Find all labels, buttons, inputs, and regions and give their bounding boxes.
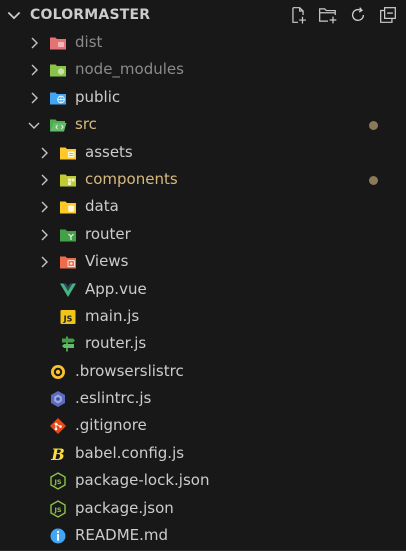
tree-file-gitignore[interactable]: .gitignore xyxy=(0,412,406,439)
tree-label: Views xyxy=(85,252,129,271)
new-file-button[interactable] xyxy=(286,4,310,26)
tree-folder-public[interactable]: public xyxy=(0,84,406,111)
tree-label: .browserslistrc xyxy=(75,361,184,380)
explorer-actions xyxy=(286,4,400,26)
folder-router-icon xyxy=(60,229,76,242)
chevron-down-icon[interactable] xyxy=(4,5,24,25)
tree-folder-router[interactable]: router xyxy=(0,221,406,248)
tree-folder-dist[interactable]: dist xyxy=(0,29,406,56)
new-file-icon xyxy=(292,7,306,24)
browserslist-icon xyxy=(51,364,65,379)
tree-label: data xyxy=(85,197,119,216)
tree-file-package-lock[interactable]: JS package-lock.json xyxy=(0,467,406,494)
explorer-title: COLORMASTER xyxy=(30,7,151,23)
git-icon xyxy=(50,418,66,435)
modified-indicator xyxy=(369,121,378,131)
eslint-icon xyxy=(51,391,65,408)
svg-text:JS: JS xyxy=(53,478,61,486)
chevron-right-icon[interactable] xyxy=(36,199,52,215)
svg-text:JS: JS xyxy=(63,314,73,323)
tree-file-app-vue[interactable]: App.vue xyxy=(0,276,406,303)
modified-indicator xyxy=(369,175,378,185)
chevron-right-icon[interactable] xyxy=(36,145,52,161)
tree-folder-components[interactable]: components xyxy=(0,166,406,193)
folder-node-icon xyxy=(50,64,66,77)
tree-folder-src[interactable]: src xyxy=(0,111,406,138)
tree-label: main.js xyxy=(85,306,140,325)
tree-label: babel.config.js xyxy=(75,443,185,462)
tree-label: README.md xyxy=(75,526,169,545)
babel-icon: B xyxy=(50,445,65,463)
chevron-down-icon[interactable] xyxy=(26,117,42,133)
refresh-button[interactable] xyxy=(346,4,370,26)
folder-data-icon xyxy=(60,201,76,214)
chevron-right-icon[interactable] xyxy=(36,172,52,188)
file-explorer: COLORMASTER dist node_modules public src… xyxy=(0,0,406,551)
folder-src-open-icon xyxy=(50,119,67,132)
new-folder-button[interactable] xyxy=(316,4,340,26)
nodejs-icon: JS xyxy=(50,499,66,518)
nodejs-icon: JS xyxy=(50,472,66,491)
file-tree: dist node_modules public src assets comp… xyxy=(0,29,406,549)
collapse-all-button[interactable] xyxy=(376,4,400,26)
tree-file-readme[interactable]: README.md xyxy=(0,522,406,549)
tree-folder-data[interactable]: data xyxy=(0,193,406,220)
chevron-right-icon[interactable] xyxy=(26,35,42,51)
tree-label: dist xyxy=(75,33,103,51)
new-folder-icon xyxy=(319,8,337,24)
tree-label: router xyxy=(85,224,131,243)
tree-file-babel-config[interactable]: B babel.config.js xyxy=(0,440,406,467)
chevron-right-icon[interactable] xyxy=(36,254,52,270)
js-icon: JS xyxy=(60,309,76,324)
tree-folder-assets[interactable]: assets xyxy=(0,139,406,166)
tree-label: .gitignore xyxy=(75,416,147,435)
folder-components-icon xyxy=(60,174,76,187)
folder-dist-icon xyxy=(50,37,66,50)
folder-assets-icon xyxy=(60,147,76,160)
tree-label: App.vue xyxy=(85,279,147,298)
tree-label: src xyxy=(75,115,97,134)
folder-views-icon xyxy=(60,256,76,269)
svg-text:B: B xyxy=(50,445,65,463)
tree-label: .eslintrc.js xyxy=(75,389,152,408)
tree-label: package.json xyxy=(75,498,174,517)
tree-folder-node-modules[interactable]: node_modules xyxy=(0,56,406,83)
tree-label: node_modules xyxy=(75,60,184,79)
tree-folder-views[interactable]: Views xyxy=(0,248,406,275)
router-sign-icon xyxy=(62,336,75,352)
tree-file-main-js[interactable]: JS main.js xyxy=(0,303,406,330)
info-icon xyxy=(50,528,66,544)
chevron-right-icon[interactable] xyxy=(26,90,42,106)
refresh-icon xyxy=(351,7,365,21)
tree-file-eslintrc[interactable]: .eslintrc.js xyxy=(0,385,406,412)
svg-text:JS: JS xyxy=(53,506,61,514)
chevron-right-icon[interactable] xyxy=(26,62,42,78)
tree-label: router.js xyxy=(85,334,147,353)
chevron-right-icon[interactable] xyxy=(36,227,52,243)
tree-file-package-json[interactable]: JS package.json xyxy=(0,495,406,522)
tree-label: components xyxy=(85,169,178,188)
tree-file-router-js[interactable]: router.js xyxy=(0,330,406,357)
explorer-header[interactable]: COLORMASTER xyxy=(0,0,406,30)
vue-icon xyxy=(60,283,76,297)
collapse-all-icon xyxy=(380,7,396,23)
tree-label: package-lock.json xyxy=(75,471,210,490)
tree-label: public xyxy=(75,87,121,106)
tree-file-browserslistrc[interactable]: .browserslistrc xyxy=(0,358,406,385)
folder-public-icon xyxy=(50,92,66,105)
tree-label: assets xyxy=(85,142,133,161)
